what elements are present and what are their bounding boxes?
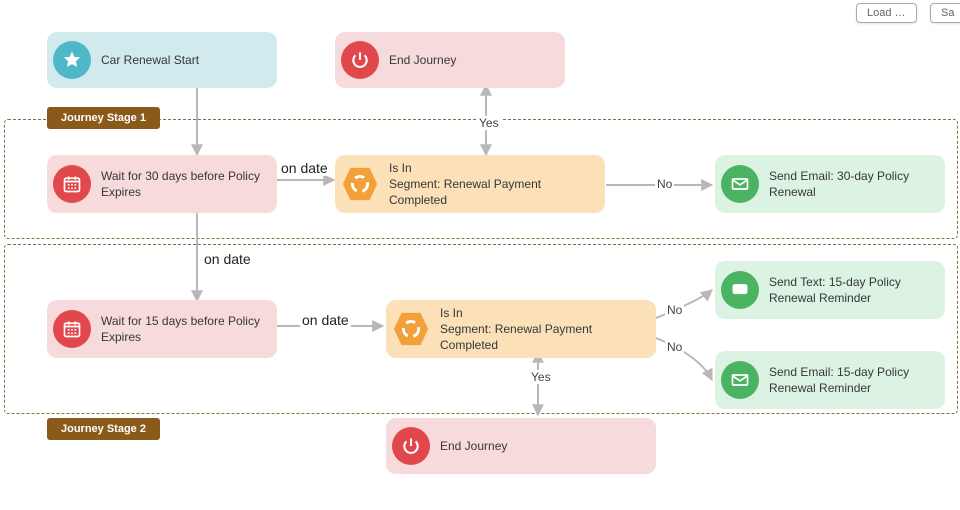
power-icon <box>341 41 379 79</box>
wait-15-node[interactable]: Wait for 15 days before Policy Expires <box>47 300 277 358</box>
email-30-node[interactable]: Send Email: 30-day Policy Renewal <box>715 155 945 213</box>
segment-check-2-label: Is InSegment: Renewal Payment Completed <box>440 305 646 354</box>
stage-1-label: Journey Stage 1 <box>47 107 160 129</box>
email-30-label: Send Email: 30-day Policy Renewal <box>769 168 935 200</box>
edge-ondate-1: on date <box>279 160 330 176</box>
end-journey-1-label: End Journey <box>389 52 456 68</box>
end-journey-2[interactable]: End Journey <box>386 418 656 474</box>
mail-icon <box>721 165 759 203</box>
stage-2-label: Journey Stage 2 <box>47 418 160 440</box>
segment-check-1[interactable]: Is InSegment: Renewal Payment Completed <box>335 155 605 213</box>
start-node[interactable]: Car Renewal Start <box>47 32 277 88</box>
end-journey-2-label: End Journey <box>440 438 507 454</box>
edge-no-2b: No <box>665 340 684 354</box>
calendar-icon <box>53 310 91 348</box>
calendar-icon <box>53 165 91 203</box>
sms-icon <box>721 271 759 309</box>
wait-15-label: Wait for 15 days before Policy Expires <box>101 313 267 345</box>
edge-no-2a: No <box>665 303 684 317</box>
start-label: Car Renewal Start <box>101 52 199 68</box>
star-icon <box>53 41 91 79</box>
load-button[interactable]: Load … <box>856 3 917 23</box>
hexagon-icon <box>392 310 430 348</box>
wait-30-node[interactable]: Wait for 30 days before Policy Expires <box>47 155 277 213</box>
edge-ondate-3: on date <box>300 312 351 328</box>
segment-check-1-label: Is InSegment: Renewal Payment Completed <box>389 160 595 209</box>
end-journey-1[interactable]: End Journey <box>335 32 565 88</box>
hexagon-icon <box>341 165 379 203</box>
journey-canvas: Load … Sa Journey Stage 1 Journey Stage … <box>0 0 960 510</box>
wait-30-label: Wait for 30 days before Policy Expires <box>101 168 267 200</box>
edge-yes-2: Yes <box>529 370 553 384</box>
mail-icon <box>721 361 759 399</box>
text-15-label: Send Text: 15-day Policy Renewal Reminde… <box>769 274 935 306</box>
edge-ondate-2: on date <box>202 251 253 267</box>
save-button[interactable]: Sa <box>930 3 960 23</box>
edge-no-1: No <box>655 177 674 191</box>
segment-check-2[interactable]: Is InSegment: Renewal Payment Completed <box>386 300 656 358</box>
text-15-node[interactable]: Send Text: 15-day Policy Renewal Reminde… <box>715 261 945 319</box>
power-icon <box>392 427 430 465</box>
email-15-node[interactable]: Send Email: 15-day Policy Renewal Remind… <box>715 351 945 409</box>
email-15-label: Send Email: 15-day Policy Renewal Remind… <box>769 364 935 396</box>
edge-yes-1: Yes <box>477 116 501 130</box>
